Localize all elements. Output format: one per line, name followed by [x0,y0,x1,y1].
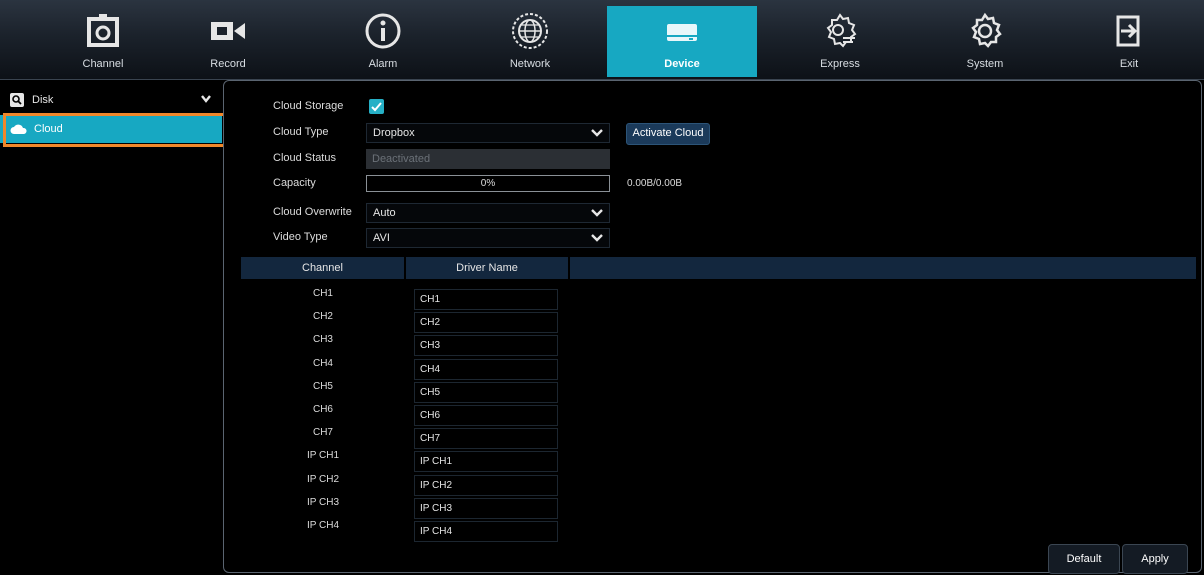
nav-label-network: Network [509,58,551,70]
top-navigation: Channel Record Alarm Network Device Expr… [0,0,1204,80]
sidebar-item-disk[interactable]: Disk [0,86,222,114]
channel-cell: IP CH4 [306,520,340,531]
driver-name-input[interactable]: IP CH4 [414,521,558,542]
chevron-down-icon [591,129,603,137]
column-header-driver-name: Driver Name [406,257,568,279]
sidebar-item-cloud[interactable]: Cloud [0,115,222,143]
check-icon [371,102,382,112]
nav-label-record: Record [210,58,246,70]
hard-drive-icon [667,24,697,41]
video-type-select[interactable]: AVI [366,228,610,248]
cloud-overwrite-value: Auto [373,207,396,219]
nav-label-express: Express [820,58,860,70]
table-header: Channel Driver Name [241,257,1196,279]
nav-label-channel: Channel [82,58,124,70]
nav-item-network[interactable]: Network [455,6,605,77]
globe-icon [512,13,548,49]
chevron-down-icon [591,209,603,217]
nav-label-alarm: Alarm [368,58,398,70]
column-header-empty [570,257,1196,279]
cloud-storage-label: Cloud Storage [273,100,344,112]
table-row: CH1 CH1 [241,286,561,310]
driver-name-input[interactable]: CH3 [414,335,558,357]
camera-icon [87,14,119,47]
channel-cell: CH5 [312,380,333,392]
table-row: CH4 CH4 [241,356,561,380]
driver-name-input[interactable]: CH5 [414,381,558,403]
driver-name-input[interactable]: CH6 [414,405,558,426]
video-type-label: Video Type [273,231,328,243]
cloud-type-select[interactable]: Dropbox [366,123,610,143]
table-row: IP CH4 IP CH4 [241,518,561,542]
chevron-down-icon [591,234,603,242]
table-row: IP CH3 IP CH3 [241,495,561,519]
apply-button[interactable]: Apply [1122,544,1188,574]
table-row: CH2 CH2 [241,309,561,334]
channel-cell: CH4 [312,357,333,369]
cloud-status-field: Deactivated [366,149,610,169]
channel-cell: IP CH3 [306,496,340,508]
driver-name-input[interactable]: IP CH2 [414,474,558,496]
disk-search-icon [10,93,24,107]
table-row: IP CH1 IP CH1 [241,448,561,473]
cloud-overwrite-select[interactable]: Auto [366,203,610,223]
table-row: CH6 CH6 [241,402,561,426]
channel-cell: CH7 [312,427,333,439]
driver-name-input[interactable]: CH2 [414,312,558,334]
nav-item-system[interactable]: System [910,6,1060,77]
sidebar-label-disk: Disk [32,94,54,106]
driver-name-input[interactable]: CH7 [414,428,558,450]
info-icon [365,13,401,49]
driver-name-input[interactable]: CH4 [414,358,558,380]
table-row: IP CH2 IP CH2 [241,472,561,496]
capacity-bar: 0% [366,175,610,192]
cloud-type-value: Dropbox [373,127,415,139]
channel-cell: IP CH2 [306,473,340,485]
capacity-percent: 0% [480,178,496,189]
channel-cell: IP CH1 [306,450,340,462]
nav-label-exit: Exit [1119,58,1139,70]
video-camera-icon [211,22,245,40]
channel-cell: CH6 [312,404,333,415]
sidebar-label-cloud: Cloud [34,123,63,135]
cloud-icon [10,124,27,134]
default-button[interactable]: Default [1048,544,1120,574]
driver-name-input[interactable]: IP CH3 [414,497,558,519]
nav-item-alarm[interactable]: Alarm [308,6,458,77]
table-row: CH7 CH7 [241,425,561,450]
nav-item-exit[interactable]: Exit [1054,6,1204,77]
gear-hand-icon [826,13,857,48]
cloud-storage-checkbox[interactable] [369,99,384,114]
nav-label-system: System [966,58,1004,70]
driver-name-input[interactable]: IP CH1 [414,451,558,473]
channel-cell: CH1 [312,288,333,299]
cloud-status-label: Cloud Status [273,152,336,164]
video-type-value: AVI [373,232,390,244]
exit-icon [1116,15,1140,47]
cloud-overwrite-label: Cloud Overwrite [273,206,352,218]
channel-cell: CH2 [312,311,333,323]
column-header-channel: Channel [241,257,404,279]
table-row: CH5 CH5 [241,379,561,403]
cloud-type-label: Cloud Type [273,126,329,138]
channel-cell: CH3 [312,334,333,346]
gear-icon [971,12,1002,48]
driver-name-input[interactable]: CH1 [414,289,558,310]
sidebar: Disk Cloud [0,80,222,575]
capacity-size: 0.00B/0.00B [627,178,683,189]
chevron-down-icon [201,95,211,103]
nav-item-device[interactable]: Device [607,6,757,77]
nav-item-express[interactable]: Express [765,6,915,77]
table-row: CH3 CH3 [241,332,561,357]
nav-label-device: Device [664,58,700,70]
activate-cloud-button[interactable]: Activate Cloud [626,123,710,145]
nav-item-record[interactable]: Record [153,6,303,77]
capacity-label: Capacity [273,177,316,189]
